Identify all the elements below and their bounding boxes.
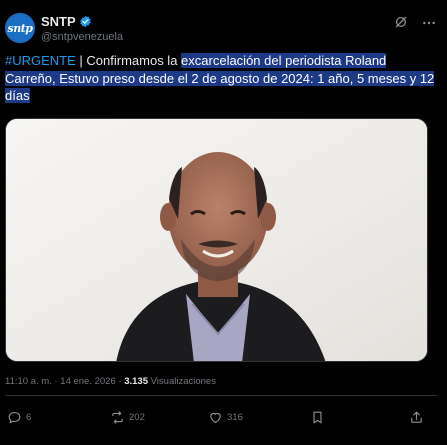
tweet-text-plain: | Confirmamos la xyxy=(75,53,182,68)
tweet-text: #URGENTE | Confirmamos la excarcelación … xyxy=(5,52,437,105)
action-bar: 6 202 316 xyxy=(5,410,437,430)
view-count: 3.135 xyxy=(124,376,148,387)
views-label: Visualizaciones xyxy=(148,376,216,387)
like-count: 316 xyxy=(227,412,243,423)
name-row: SNTP xyxy=(41,14,92,29)
grok-icon[interactable] xyxy=(394,15,408,29)
verified-badge-icon xyxy=(79,15,91,28)
portrait-photo xyxy=(6,119,427,361)
tweet-time[interactable]: 11:10 a. m. xyxy=(5,376,52,387)
tweet-meta: 11:10 a. m. · 14 ene. 2026 · 3.135 Visua… xyxy=(5,376,216,387)
avatar-logo-text: sntp xyxy=(7,21,33,35)
bookmark-icon xyxy=(313,411,322,424)
share-icon xyxy=(411,411,422,423)
account-handle[interactable]: @sntpvenezuela xyxy=(41,31,123,43)
tweet-media-photo[interactable] xyxy=(5,118,428,362)
meta-separator: · xyxy=(51,376,61,387)
retweet-icon xyxy=(112,411,123,424)
retweet-button[interactable]: 202 xyxy=(110,410,145,425)
divider xyxy=(5,395,437,396)
heart-icon xyxy=(210,412,221,424)
like-button[interactable]: 316 xyxy=(208,410,243,425)
meta-separator: · xyxy=(115,376,125,387)
share-button[interactable] xyxy=(409,410,424,425)
retweet-count: 202 xyxy=(129,412,145,423)
tweet-header: sntp SNTP @sntpvenezuela xyxy=(5,8,442,48)
avatar[interactable]: sntp xyxy=(5,13,35,43)
tweet-date[interactable]: 14 ene. 2026 xyxy=(60,376,115,387)
bookmark-button[interactable] xyxy=(310,410,325,425)
account-name[interactable]: SNTP xyxy=(41,14,76,29)
reply-icon xyxy=(8,411,21,424)
reply-count: 6 xyxy=(26,412,32,423)
reply-button[interactable]: 6 xyxy=(7,410,31,425)
hashtag-link[interactable]: #URGENTE xyxy=(5,53,76,68)
tweet-card: sntp SNTP @sntpvenezuela #URGENTE | Conf… xyxy=(0,0,447,445)
more-options-icon[interactable] xyxy=(421,15,437,31)
